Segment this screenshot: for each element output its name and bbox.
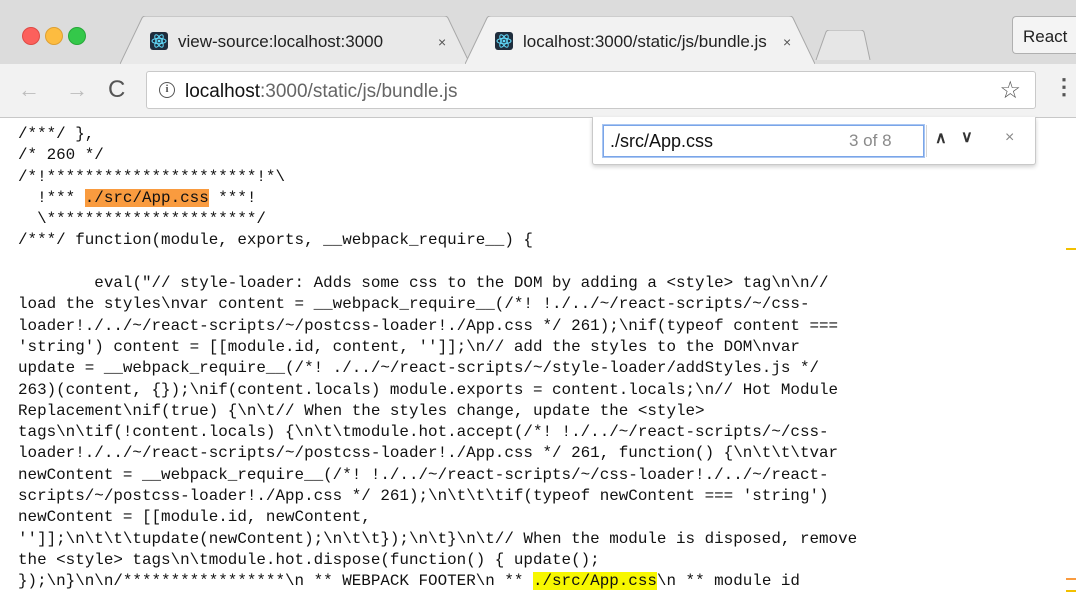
react-favicon-icon	[495, 32, 513, 50]
code-line: /***/ function(module, exports, __webpac…	[18, 231, 533, 250]
code-line: scripts/~/postcss-loader!./App.css */ 26…	[18, 487, 829, 506]
code-line: /***/ },	[18, 125, 95, 143]
find-close-icon[interactable]: ×	[1005, 129, 1014, 147]
address-bar[interactable]: i localhost:3000/static/js/bundle.js ☆	[146, 71, 1036, 109]
tab-bundle-js[interactable]: localhost:3000/static/js/bundle.js ×	[465, 16, 815, 64]
tab-title: localhost:3000/static/js/bundle.js	[523, 32, 767, 51]
current-match-highlight: ./src/App.css	[84, 188, 209, 207]
code-line: 'string') content = [[module.id, content…	[18, 337, 800, 356]
code-line: 263)(content, {});\nif(content.locals) m…	[18, 380, 839, 399]
code-line: the <style> tags\n\tmodule.hot.dispose(f…	[18, 550, 600, 569]
minimize-window-button[interactable]	[45, 27, 63, 45]
reload-button[interactable]: C	[108, 77, 125, 103]
code-line: /* 260 */	[18, 146, 104, 165]
find-divider	[926, 125, 927, 157]
code-text: ***!	[208, 188, 257, 207]
code-line: loader!./../~/react-scripts/~/postcss-lo…	[18, 444, 839, 463]
tab-close-icon[interactable]: ×	[438, 34, 446, 50]
code-text: });\n}\n\n/*****************\n ** WEBPAC…	[18, 572, 533, 591]
new-tab-button[interactable]	[810, 30, 872, 60]
tab-title: view-source:localhost:3000	[178, 32, 384, 51]
close-window-button[interactable]	[22, 27, 40, 45]
match-highlight: ./src/App.css	[532, 572, 657, 591]
tab-view-source[interactable]: view-source:localhost:3000 ×	[120, 16, 470, 64]
code-line: '']];\n\t\t\tupdate(newContent);\n\t\t})…	[18, 529, 858, 548]
find-match-count: 3 of 8	[849, 131, 892, 150]
match-marker	[1066, 248, 1076, 250]
zoom-window-button[interactable]	[68, 27, 86, 45]
code-line: tags\n\tif(!content.locals) {\n\t\tmodul…	[18, 423, 829, 442]
code-line: eval("// style-loader: Adds some css to …	[18, 274, 829, 293]
find-previous-button[interactable]: ∧	[935, 128, 947, 148]
code-line: /*!**********************!*\	[18, 167, 286, 186]
match-marker	[1066, 590, 1076, 592]
tab-close-icon[interactable]: ×	[783, 34, 791, 50]
menu-icon[interactable]: ⋮	[1053, 76, 1075, 98]
code-line: newContent = [[module.id, newContent,	[18, 508, 371, 527]
code-line: !*** ./src/App.css ***!	[18, 188, 257, 207]
code-line: Replacement\nif(true) {\n\t// When the s…	[18, 401, 705, 420]
info-icon[interactable]: i	[159, 82, 175, 98]
forward-button[interactable]: →	[66, 77, 88, 103]
code-text: !***	[18, 188, 85, 207]
url-host: localhost	[185, 81, 260, 102]
back-button[interactable]: ←	[18, 77, 40, 103]
url-path: :3000/static/js/bundle.js	[260, 81, 458, 102]
current-match-marker	[1066, 578, 1076, 580]
page-content: /***/ }, /* 260 */ /*!******************…	[0, 118, 1066, 606]
source-code: /***/ }, /* 260 */ /*!******************…	[18, 124, 857, 593]
profile-button[interactable]: React	[1012, 16, 1076, 54]
code-text: \n ** module id	[656, 572, 800, 591]
find-bar: 3 of 8 ∧ ∨ ×	[592, 117, 1036, 165]
find-next-button[interactable]: ∨	[961, 127, 973, 147]
code-line: loader!./../~/react-scripts/~/postcss-lo…	[18, 316, 839, 335]
code-line: update = __webpack_require__(/*! ./../~/…	[18, 359, 820, 378]
bookmark-star-icon[interactable]: ☆	[999, 76, 1021, 105]
scrollbar[interactable]	[1066, 118, 1076, 606]
url-text[interactable]: localhost:3000/static/js/bundle.js	[185, 81, 458, 103]
tab-strip: view-source:localhost:3000 × localhost:3…	[0, 0, 1076, 64]
code-line: \**********************/	[18, 210, 266, 229]
browser-toolbar: ← → C i localhost:3000/static/js/bundle.…	[0, 64, 1076, 118]
code-line: load the styles\nvar content = __webpack…	[18, 295, 810, 314]
code-line: });\n}\n\n/*****************\n ** WEBPAC…	[18, 572, 800, 591]
react-favicon-icon	[150, 32, 168, 50]
code-line: newContent = __webpack_require__(/*! !./…	[18, 465, 829, 484]
